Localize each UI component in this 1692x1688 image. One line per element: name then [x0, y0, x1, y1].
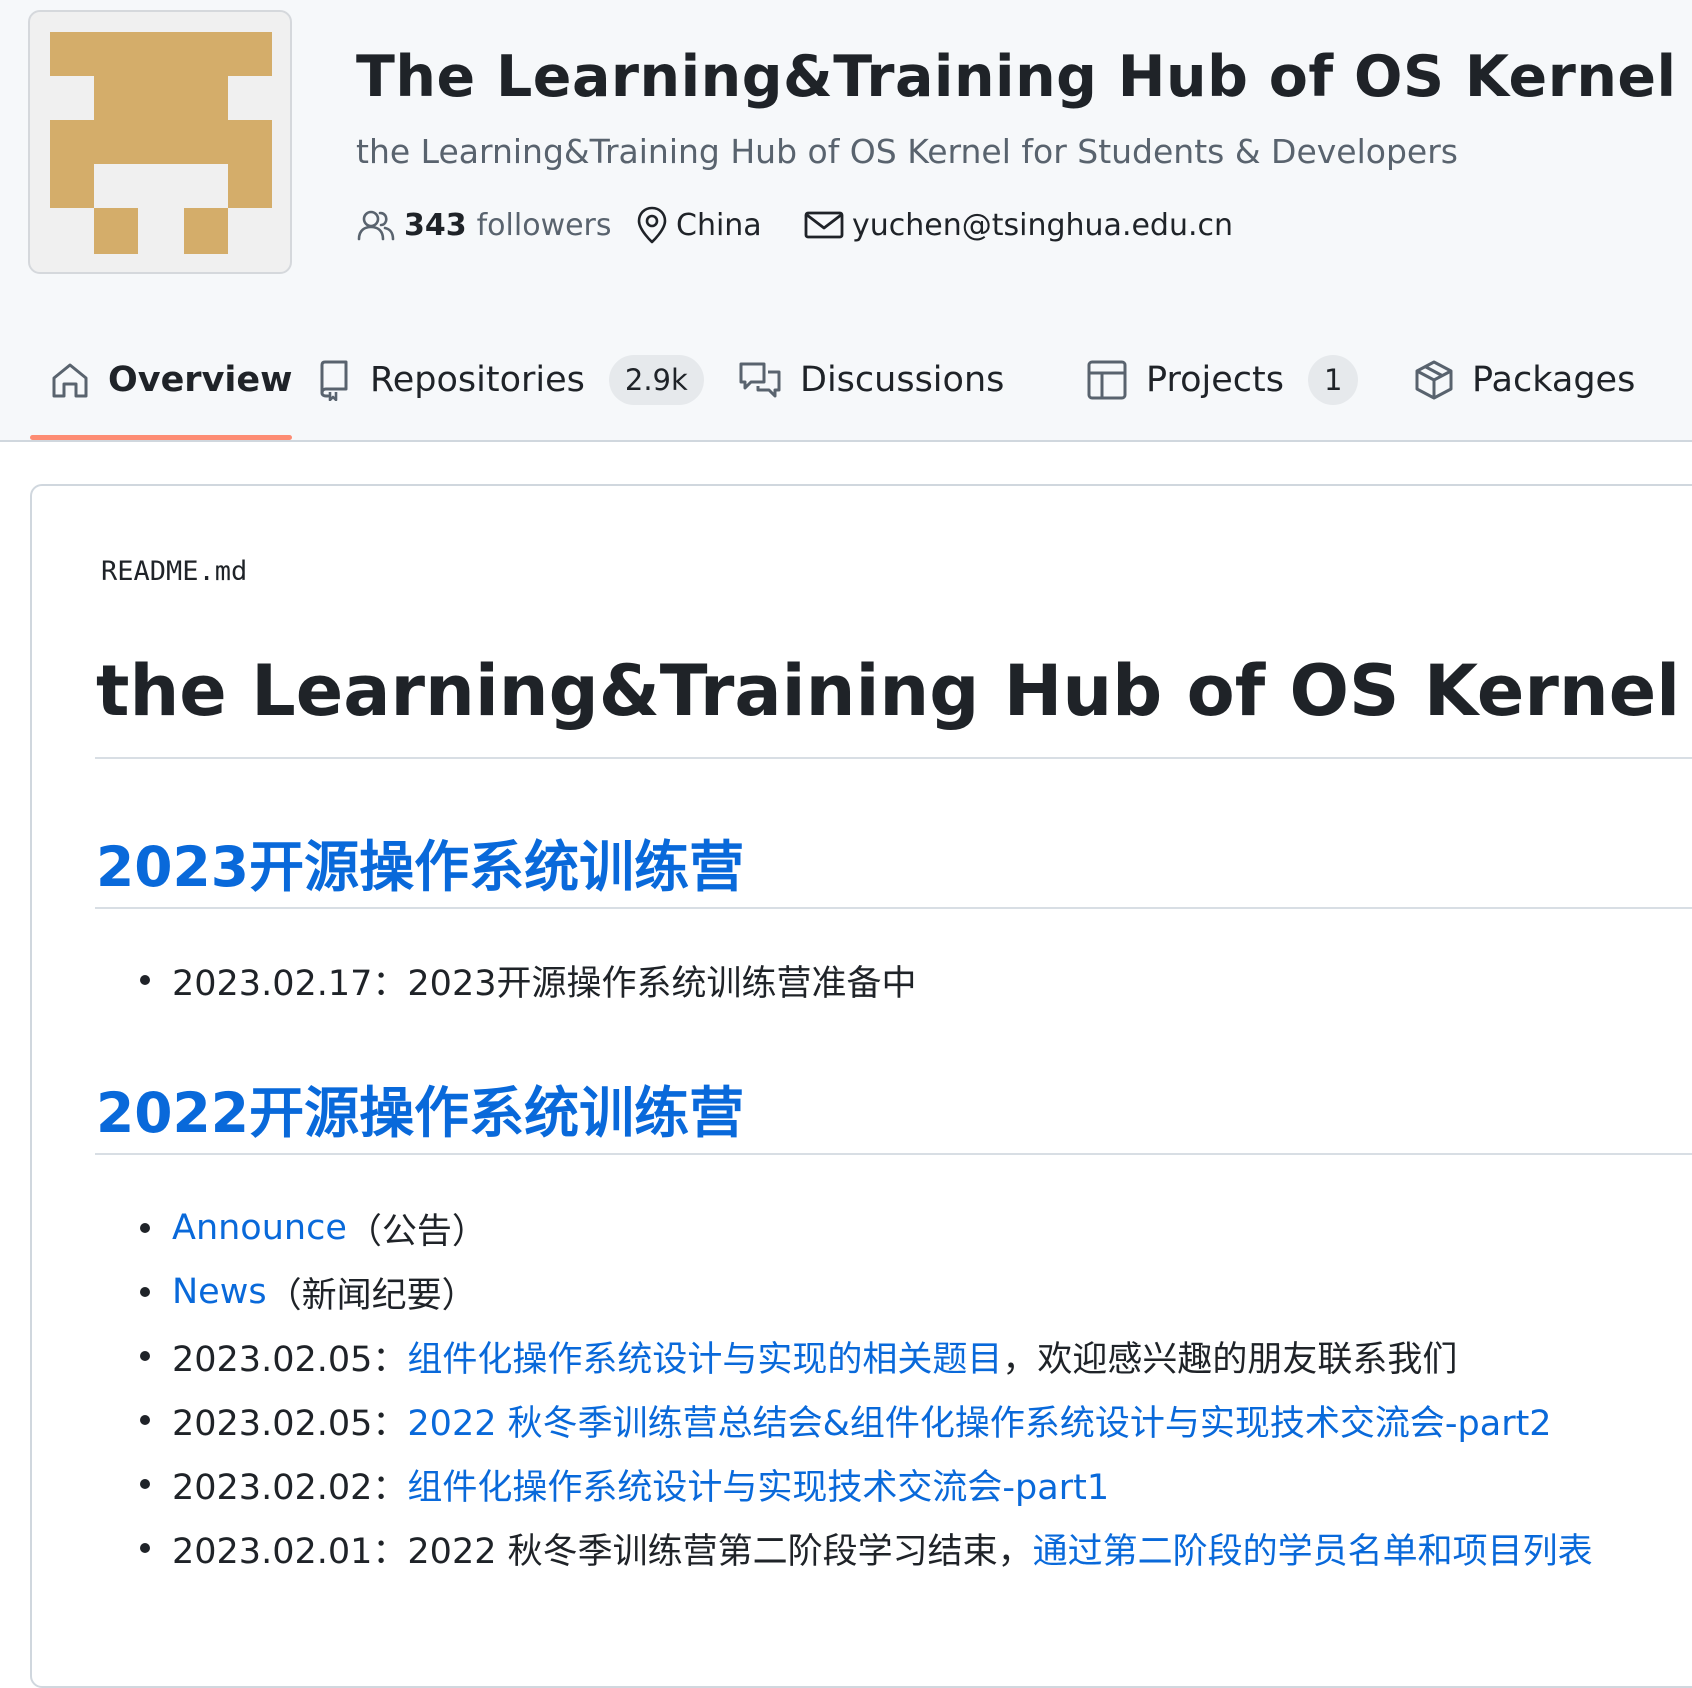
followers-link[interactable]: 343 followers	[356, 205, 612, 245]
news-link[interactable]: News	[172, 1272, 267, 1312]
readme-filename: README.md	[101, 556, 248, 587]
list-bullet	[140, 1287, 150, 1297]
tab-packages[interactable]: Packages	[1414, 350, 1635, 410]
repositories-count-badge: 2.9k	[608, 355, 704, 405]
list-bullet	[140, 975, 150, 985]
followers-count: 343	[404, 207, 467, 243]
tab-projects-label: Projects	[1146, 360, 1284, 400]
org-avatar	[28, 10, 292, 274]
list-item: 2023.02.01： 2022 秋冬季训练营第二阶段学习结束， 通过第二阶段的…	[140, 1523, 1593, 1573]
repo-icon	[320, 360, 348, 401]
item-link[interactable]: 组件化操作系统设计与实现的相关题目	[407, 1331, 1002, 1382]
section-divider-2022	[95, 1153, 1692, 1155]
list-item: 2023.02.05： 2022 秋冬季训练营总结会&组件化操作系统设计与实现技…	[140, 1395, 1552, 1445]
list-item: 2023.02.17： 2023开源操作系统训练营准备中	[140, 955, 916, 1005]
list-item: 2023.02.02： 组件化操作系统设计与实现技术交流会-part1	[140, 1459, 1109, 1509]
location: China	[636, 205, 762, 245]
list-item: Announce （公告）	[140, 1203, 487, 1253]
package-icon	[1415, 360, 1453, 400]
section-divider-2023	[95, 907, 1692, 909]
item-text: （新闻纪要）	[266, 1275, 477, 1316]
list-bullet	[140, 1543, 150, 1553]
location-pin-icon	[637, 206, 667, 244]
section-heading-2022[interactable]: 2022开源操作系统训练营	[96, 1068, 744, 1148]
item-text: （公告）	[346, 1211, 487, 1252]
tab-repositories[interactable]: Repositories 2.9k	[316, 350, 704, 410]
tab-discussions[interactable]: Discussions	[738, 350, 1004, 410]
table-icon	[1087, 360, 1127, 400]
list-item: News （新闻纪要）	[140, 1267, 477, 1317]
org-description: the Learning&Training Hub of OS Kernel f…	[356, 132, 1458, 171]
item-link[interactable]: 通过第二阶段的学员名单和项目列表	[1033, 1523, 1593, 1574]
projects-count-badge: 1	[1307, 355, 1359, 405]
readme-heading: the Learning&Training Hub of OS Kernel	[96, 650, 1681, 732]
followers-label: followers	[476, 207, 612, 243]
item-date: 2023.02.17：	[172, 963, 408, 1004]
item-date: 2023.02.01：	[172, 1531, 408, 1572]
tab-projects[interactable]: Projects 1	[1086, 350, 1359, 410]
org-title: The Learning&Training Hub of OS Kernel	[356, 44, 1677, 110]
item-text: 2022 秋冬季训练营第二阶段学习结束，	[407, 1531, 1033, 1572]
item-date: 2023.02.02：	[172, 1467, 408, 1508]
avatar-identicon	[50, 32, 272, 254]
email-text: yuchen@tsinghua.edu.cn	[852, 207, 1234, 243]
item-link[interactable]: 组件化操作系统设计与实现技术交流会-part1	[407, 1459, 1109, 1510]
item-date: 2023.02.05：	[172, 1403, 408, 1444]
home-icon	[52, 363, 88, 398]
list-bullet	[140, 1351, 150, 1361]
item-link[interactable]: 2022 秋冬季训练营总结会&组件化操作系统设计与实现技术交流会-part2	[407, 1395, 1551, 1446]
comment-discussion-icon	[739, 362, 781, 398]
org-header: The Learning&Training Hub of OS Kernel t…	[0, 0, 1692, 442]
tab-overview[interactable]: Overview	[50, 350, 292, 410]
tab-overview-label: Overview	[108, 360, 293, 400]
tab-discussions-label: Discussions	[800, 360, 1005, 400]
item-text: 2023开源操作系统训练营准备中	[407, 963, 917, 1004]
section-heading-2023[interactable]: 2023开源操作系统训练营	[96, 822, 744, 902]
list-item: 2023.02.05： 组件化操作系统设计与实现的相关题目 ，欢迎感兴趣的朋友联…	[140, 1331, 1457, 1381]
location-text: China	[676, 207, 762, 243]
item-date: 2023.02.05：	[172, 1339, 408, 1380]
heading-divider	[95, 757, 1692, 759]
item-text: ，欢迎感兴趣的朋友联系我们	[1002, 1339, 1458, 1380]
list-bullet	[140, 1415, 150, 1425]
list-bullet	[140, 1223, 150, 1233]
announce-link[interactable]: Announce	[172, 1208, 347, 1248]
email-link[interactable]: yuchen@tsinghua.edu.cn	[804, 205, 1233, 245]
list-bullet	[140, 1479, 150, 1489]
people-icon	[357, 210, 395, 241]
selected-tab-indicator	[30, 435, 292, 440]
tab-packages-label: Packages	[1472, 360, 1636, 400]
mail-icon	[804, 211, 844, 239]
tab-repositories-label: Repositories	[370, 360, 585, 400]
